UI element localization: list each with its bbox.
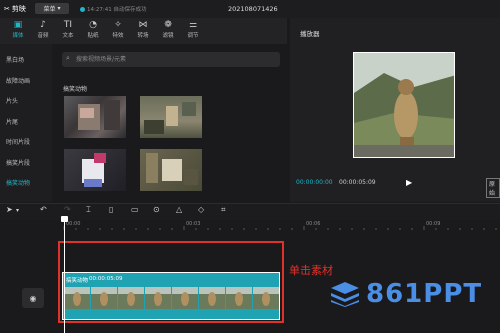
- tab-label: 音频: [37, 33, 49, 39]
- transition-icon: ⋈: [138, 20, 148, 30]
- tab-label: 转场: [137, 33, 149, 39]
- select-icon[interactable]: ➤: [6, 205, 13, 214]
- total-time: 00:00:05:09: [339, 179, 376, 186]
- reverse-icon[interactable]: ⊙: [153, 205, 160, 214]
- play-icon[interactable]: ▶: [406, 178, 412, 187]
- tab-text[interactable]: TI 文本: [56, 20, 80, 39]
- media-icon: ▣: [13, 20, 23, 30]
- rotate-icon[interactable]: ◇: [198, 205, 204, 214]
- split-icon[interactable]: ⌶: [86, 205, 91, 215]
- scissors-icon: ✂: [4, 5, 10, 13]
- current-time: 00:00:00:00: [296, 179, 333, 186]
- media-thumbnail[interactable]: [140, 149, 202, 191]
- sidebar-item[interactable]: 时间片段: [6, 137, 30, 146]
- redo-icon[interactable]: ↷: [64, 205, 71, 214]
- watermark-text: 861PPT: [366, 279, 483, 309]
- tab-label: 滤镜: [162, 33, 174, 39]
- tab-media[interactable]: ▣ 媒体: [6, 20, 30, 39]
- media-thumbnail[interactable]: [64, 96, 126, 138]
- project-title: 202108071426: [228, 5, 278, 13]
- search-icon: ⌕: [66, 54, 70, 62]
- autosave-text: 14:27:41 自动保存成功: [87, 7, 147, 13]
- menu-button[interactable]: 菜单 ▾: [35, 3, 69, 14]
- search-input[interactable]: 搜索视频场景/元素: [62, 52, 280, 67]
- clip-label: 搞笑动物: [66, 278, 89, 284]
- autosave-status: 14:27:41 自动保存成功: [80, 5, 146, 13]
- adjust-icon: ⚌: [188, 20, 198, 30]
- annotation-text: 单击素材: [289, 264, 333, 277]
- sticker-icon: ◔: [89, 20, 97, 30]
- undo-icon[interactable]: ↶: [40, 205, 47, 214]
- chevron-down-icon[interactable]: ▾: [16, 207, 19, 214]
- menu-label: 菜单: [43, 6, 56, 13]
- media-thumbnail[interactable]: [64, 149, 126, 191]
- app-name: 剪映: [11, 5, 26, 13]
- clip-duration: 00:00:05:09: [89, 276, 123, 282]
- ruler-ticks: [63, 226, 497, 230]
- tab-label: 贴纸: [87, 33, 99, 39]
- tab-effects[interactable]: ✧ 特效: [106, 20, 130, 39]
- crop-icon[interactable]: ⌗: [221, 205, 226, 215]
- sidebar-item[interactable]: 搞笑片段: [6, 158, 30, 167]
- timeline-toolbar: [0, 203, 500, 220]
- tab-filter[interactable]: ❁ 滤镜: [156, 20, 180, 39]
- watermark: 861PPT: [330, 279, 482, 309]
- tab-label: 文本: [62, 33, 74, 39]
- sidebar-item[interactable]: 搞笑动物: [6, 178, 30, 187]
- effects-icon: ✧: [114, 20, 122, 30]
- tab-audio[interactable]: ♪ 音频: [31, 20, 55, 39]
- freeze-icon[interactable]: ▭: [131, 205, 139, 214]
- status-dot-icon: [80, 7, 85, 12]
- playhead-handle[interactable]: [61, 216, 68, 222]
- app-logo: ✂ 剪映: [4, 4, 26, 14]
- cover-icon[interactable]: ◉: [22, 288, 44, 308]
- sidebar-item[interactable]: 故障动画: [6, 76, 30, 85]
- tab-adjust[interactable]: ⚌ 调节: [181, 20, 205, 39]
- media-thumbnail[interactable]: [140, 96, 202, 138]
- playhead[interactable]: [64, 218, 65, 333]
- tab-label: 特效: [112, 33, 124, 39]
- section-title: 搞笑动物: [63, 86, 88, 93]
- ratio-button[interactable]: 原始: [486, 178, 500, 198]
- mirror-icon[interactable]: △: [176, 205, 182, 214]
- tab-label: 调节: [187, 33, 199, 39]
- sidebar-item[interactable]: 片尾: [6, 117, 18, 126]
- audio-icon: ♪: [40, 20, 46, 30]
- delete-icon[interactable]: ▯: [109, 205, 113, 214]
- tab-transition[interactable]: ⋈ 转场: [131, 20, 155, 39]
- sidebar-item[interactable]: 片头: [6, 96, 18, 105]
- player-title: 播放器: [300, 30, 320, 38]
- tab-label: 媒体: [12, 33, 24, 39]
- tab-sticker[interactable]: ◔ 贴纸: [81, 20, 105, 39]
- filter-icon: ❁: [164, 20, 172, 30]
- chevron-down-icon: ▾: [57, 5, 61, 12]
- text-icon: TI: [63, 20, 73, 30]
- stack-logo-icon: [331, 282, 359, 307]
- video-preview[interactable]: [353, 52, 455, 158]
- sidebar-item[interactable]: 黑白场: [6, 55, 24, 64]
